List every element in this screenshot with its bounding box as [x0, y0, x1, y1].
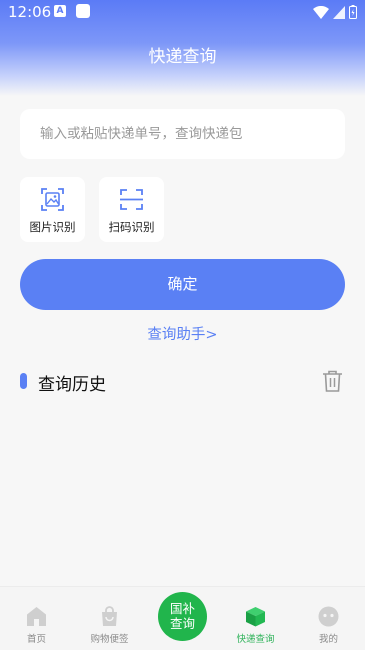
scan-icon	[120, 189, 143, 210]
status-indicators	[313, 5, 357, 19]
package-icon	[246, 607, 265, 627]
image-recognition-label: 图片识别	[29, 220, 76, 234]
tab-profile[interactable]: 我的	[292, 587, 365, 650]
tab-shopping-notes-label: 购物便签	[90, 634, 129, 645]
profile-icon	[318, 606, 339, 627]
query-helper-link[interactable]: 查询助手>	[0, 323, 365, 344]
trash-icon[interactable]	[322, 370, 343, 392]
wifi-icon	[313, 5, 329, 19]
tracking-number-input[interactable]: 输入或粘贴快递单号，查询快递包	[20, 109, 345, 159]
tab-home-label: 首页	[26, 634, 46, 645]
page-title: 快递查询	[148, 47, 217, 67]
subsidy-query-line2: 查询	[169, 616, 195, 631]
tab-profile-label: 我的	[318, 634, 338, 645]
history-title: 查询历史	[38, 375, 106, 395]
tab-home[interactable]: 首页	[0, 587, 73, 650]
subsidy-query-button[interactable]: 国补 查询	[158, 592, 207, 641]
status-bar: 12:06 A	[0, 0, 365, 24]
signal-icon	[333, 5, 345, 19]
history-marker	[20, 373, 27, 389]
tab-express-query-label: 快递查询	[236, 634, 275, 645]
battery-icon	[349, 5, 357, 19]
image-recognition-button[interactable]: 图片识别	[20, 177, 85, 242]
tab-shopping-notes[interactable]: 购物便签	[73, 587, 146, 650]
shopping-bag-icon	[102, 606, 117, 626]
scan-recognition-button[interactable]: 扫码识别	[99, 177, 164, 242]
status-time: 12:06	[8, 3, 52, 21]
notification-app-icon	[76, 4, 90, 18]
confirm-button[interactable]: 确定	[20, 259, 345, 310]
home-icon	[27, 607, 46, 626]
subsidy-query-line1: 国补	[169, 601, 195, 616]
scan-recognition-label: 扫码识别	[108, 220, 155, 234]
tab-express-query[interactable]: 快递查询	[219, 587, 292, 650]
image-icon	[41, 188, 64, 211]
notification-a-icon: A	[54, 5, 66, 17]
